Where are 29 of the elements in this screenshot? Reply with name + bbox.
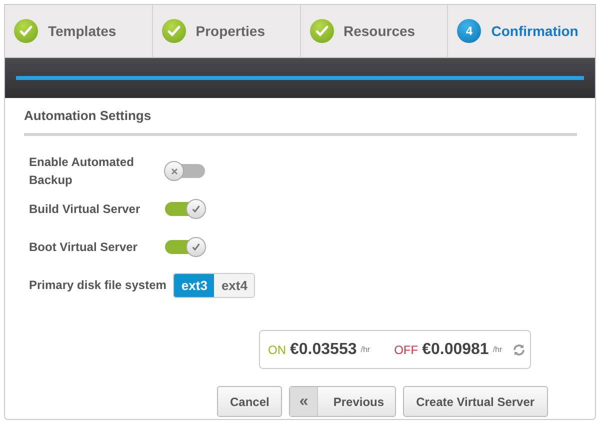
previous-button[interactable]: « Previous bbox=[289, 386, 396, 417]
toggle-switch[interactable] bbox=[165, 202, 205, 216]
double-chevron-icon: « bbox=[290, 387, 318, 416]
setting-label: Boot Virtual Server bbox=[29, 239, 138, 256]
refresh-icon[interactable] bbox=[512, 342, 526, 356]
step-tab[interactable]: Templates bbox=[5, 5, 153, 57]
price-unit: /hr bbox=[492, 345, 502, 354]
price-value: €0.03553 bbox=[290, 340, 357, 358]
step-tab[interactable]: Resources bbox=[300, 5, 448, 57]
setting-label: Primary disk file system bbox=[29, 277, 166, 294]
action-button[interactable]: Create Virtual Server bbox=[403, 386, 548, 417]
step-number: 4 bbox=[457, 19, 482, 43]
step-tab[interactable]: 4 Confirmation bbox=[448, 5, 595, 57]
price-value: €0.00981 bbox=[422, 340, 489, 358]
section-title: Automation Settings bbox=[24, 107, 152, 125]
toggle-switch[interactable] bbox=[165, 164, 205, 178]
action-button[interactable]: Cancel bbox=[217, 386, 282, 417]
close-icon bbox=[170, 168, 178, 174]
setting-label: Enable Automated Backup bbox=[29, 154, 135, 189]
check-icon bbox=[192, 205, 200, 213]
off-label: OFF bbox=[394, 342, 418, 356]
price-unit: /hr bbox=[360, 345, 370, 354]
option-button[interactable]: ext4 bbox=[214, 274, 254, 296]
option-button[interactable]: ext3 bbox=[174, 274, 214, 296]
on-label: ON bbox=[268, 342, 286, 356]
step-tab[interactable]: Properties bbox=[152, 5, 300, 57]
check-icon bbox=[192, 243, 200, 251]
setting-label: Build Virtual Server bbox=[29, 201, 142, 218]
toggle-switch[interactable] bbox=[165, 240, 205, 254]
